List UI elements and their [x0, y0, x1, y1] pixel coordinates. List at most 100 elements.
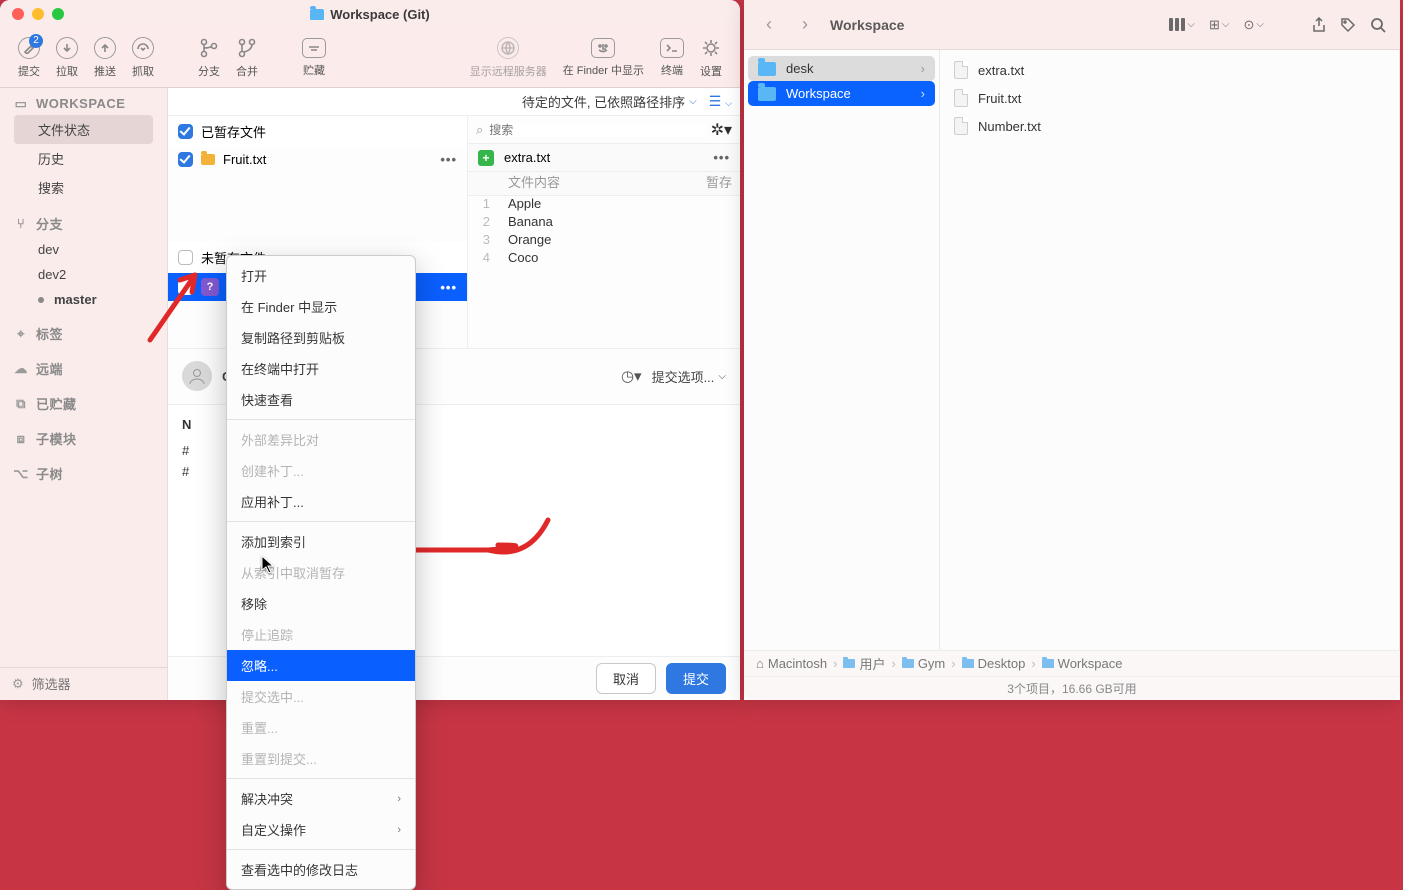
- context-menu-item[interactable]: 在 Finder 中显示: [227, 291, 415, 322]
- commit-submit-button[interactable]: 提交: [666, 663, 726, 694]
- gear-icon[interactable]: ✲▾: [711, 120, 732, 140]
- show-in-finder-button[interactable]: 在 Finder 中显示: [555, 38, 652, 78]
- filter-icon: ⚙: [12, 676, 24, 692]
- diff-file-header: + extra.txt •••: [468, 144, 740, 172]
- submodule-section-head[interactable]: ⧈子模块: [14, 429, 153, 448]
- cancel-button[interactable]: 取消: [596, 663, 656, 694]
- remote-label: 远端: [36, 359, 63, 378]
- traffic-lights: [12, 8, 64, 20]
- sidebar-item-history[interactable]: 历史: [14, 144, 153, 173]
- file-checkbox[interactable]: [178, 152, 193, 167]
- more-icon[interactable]: •••: [713, 150, 730, 165]
- staged-checkbox[interactable]: [178, 124, 193, 139]
- list-view-icon[interactable]: ☰ ⌵: [709, 93, 732, 110]
- merge-label: 合并: [236, 63, 258, 79]
- finder-item-extra[interactable]: extra.txt: [944, 56, 1395, 84]
- share-button[interactable]: [1312, 17, 1326, 33]
- push-button[interactable]: 推送: [86, 37, 124, 79]
- chevron-right-icon: ›: [397, 793, 401, 805]
- maximize-icon[interactable]: [52, 8, 64, 20]
- finder-item-number[interactable]: Number.txt: [944, 112, 1395, 140]
- branch-button[interactable]: 分支: [190, 37, 228, 79]
- finder-item-desk[interactable]: desk›: [748, 56, 935, 81]
- context-menu-item[interactable]: 忽略...: [227, 650, 415, 681]
- folder-icon: [758, 62, 776, 76]
- diff-line[interactable]: 3Orange: [468, 232, 740, 250]
- group-by-button[interactable]: ⊞⌵: [1209, 17, 1230, 33]
- path-item[interactable]: Desktop: [962, 656, 1026, 671]
- settings-button[interactable]: 设置: [692, 37, 730, 79]
- folder-icon: [1042, 659, 1054, 668]
- context-menu-item[interactable]: 添加到索引: [227, 526, 415, 557]
- file-checkbox[interactable]: [178, 280, 193, 295]
- commit-options-button[interactable]: 提交选项...⌵: [652, 367, 726, 386]
- sort-dropdown[interactable]: 待定的文件, 已依照路径排序⌵: [522, 92, 697, 111]
- stash-button[interactable]: 贮藏: [294, 38, 334, 78]
- remote-section-head[interactable]: ☁远端: [14, 359, 153, 378]
- sidebar-item-search[interactable]: 搜索: [14, 173, 153, 202]
- line-number: 1: [468, 196, 498, 214]
- commit-button[interactable]: 2 提交: [10, 37, 48, 79]
- sidebar-item-file-status[interactable]: 文件状态: [14, 115, 153, 144]
- branch-item-dev[interactable]: dev: [14, 237, 153, 262]
- context-menu-item[interactable]: 查看选中的修改日志: [227, 854, 415, 885]
- tag-icon: [1340, 17, 1356, 33]
- path-item[interactable]: Gym: [902, 656, 945, 671]
- context-menu-item: 从索引中取消暂存: [227, 557, 415, 588]
- file-name: Fruit.txt: [223, 152, 266, 167]
- context-menu-item[interactable]: 解决冲突›: [227, 783, 415, 814]
- context-menu-item[interactable]: 快速查看: [227, 384, 415, 415]
- pull-label: 拉取: [56, 63, 78, 79]
- push-label: 推送: [94, 63, 116, 79]
- line-text: Coco: [498, 250, 538, 268]
- tag-section-head[interactable]: ⌖标签: [14, 324, 153, 343]
- branch-item-master[interactable]: master: [14, 287, 153, 312]
- staged-file-row[interactable]: Fruit.txt •••: [168, 147, 467, 172]
- back-button[interactable]: ‹: [758, 14, 780, 36]
- context-menu-item[interactable]: 复制路径到剪贴板: [227, 322, 415, 353]
- finder-item-fruit[interactable]: Fruit.txt: [944, 84, 1395, 112]
- diff-search-input[interactable]: [489, 123, 704, 137]
- tags-button[interactable]: [1340, 17, 1356, 33]
- context-menu-item[interactable]: 在终端中打开: [227, 353, 415, 384]
- finder-col-2: extra.txt Fruit.txt Number.txt: [940, 50, 1400, 650]
- action-button[interactable]: ⊙⌵: [1244, 17, 1265, 33]
- stash-section-head[interactable]: ⧉已贮藏: [14, 394, 153, 413]
- terminal-button[interactable]: 终端: [652, 38, 692, 78]
- branch-item-dev2[interactable]: dev2: [14, 262, 153, 287]
- merge-button[interactable]: 合并: [228, 37, 266, 79]
- document-icon: [954, 117, 968, 135]
- branch-icon: [200, 38, 218, 58]
- context-menu-item[interactable]: 打开: [227, 260, 415, 291]
- finder-item-workspace[interactable]: Workspace ›: [748, 81, 935, 106]
- unstaged-checkbox[interactable]: [178, 250, 193, 265]
- finder-window: ‹ › Workspace ⌵ ⊞⌵ ⊙⌵ desk› Workspace › e…: [744, 0, 1400, 700]
- diff-line[interactable]: 1Apple: [468, 196, 740, 214]
- context-menu-item[interactable]: 移除: [227, 588, 415, 619]
- branch-section-head[interactable]: ⑂分支: [14, 214, 153, 233]
- pull-button[interactable]: 拉取: [48, 37, 86, 79]
- path-item[interactable]: 用户: [843, 654, 885, 673]
- commit-history-button[interactable]: ◷▾: [621, 367, 642, 385]
- diff-line[interactable]: 4Coco: [468, 250, 740, 268]
- path-item[interactable]: Workspace: [1042, 656, 1123, 671]
- diff-column-headers: 文件内容 暂存: [468, 172, 740, 196]
- fetch-label: 抓取: [132, 63, 154, 79]
- search-button[interactable]: [1370, 17, 1386, 33]
- path-item[interactable]: ⌂Macintosh: [756, 656, 827, 671]
- subtree-section-head[interactable]: ⌥子树: [14, 464, 153, 483]
- context-menu-item[interactable]: 自定义操作›: [227, 814, 415, 845]
- chevron-right-icon: ›: [921, 86, 925, 101]
- minimize-icon[interactable]: [32, 8, 44, 20]
- forward-button[interactable]: ›: [794, 14, 816, 36]
- item-name: Workspace: [786, 86, 851, 101]
- close-icon[interactable]: [12, 8, 24, 20]
- folder-icon: [843, 659, 855, 668]
- context-menu-item[interactable]: 应用补丁...: [227, 486, 415, 517]
- more-icon[interactable]: •••: [440, 152, 457, 167]
- fetch-button[interactable]: 抓取: [124, 37, 162, 79]
- view-columns-button[interactable]: ⌵: [1169, 18, 1195, 31]
- show-remote-button[interactable]: 显示远程服务器: [462, 37, 555, 79]
- diff-line[interactable]: 2Banana: [468, 214, 740, 232]
- more-icon[interactable]: •••: [440, 280, 457, 295]
